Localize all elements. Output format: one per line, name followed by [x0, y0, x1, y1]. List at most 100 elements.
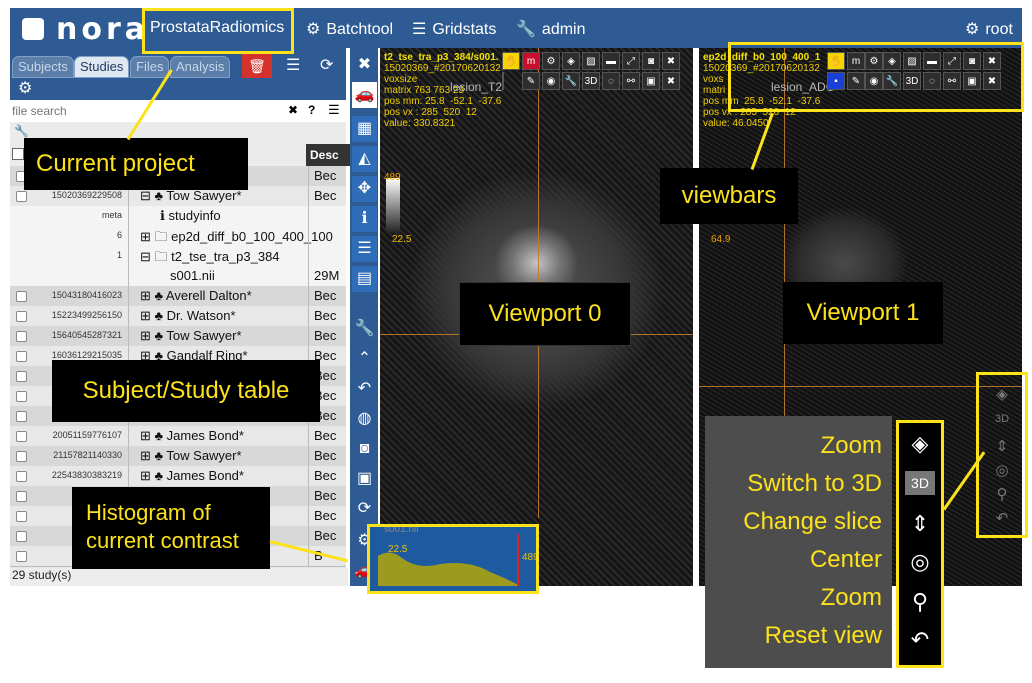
binoculars-icon[interactable]: ⚯ [622, 72, 640, 90]
wrench-icon[interactable]: 🔧 [352, 316, 377, 342]
row-name[interactable]: ⊞ ♣ James Bond* [140, 428, 244, 444]
hand-icon[interactable]: ✋ [502, 52, 520, 70]
list-icon[interactable]: ☰ [286, 55, 300, 75]
row-checkbox[interactable] [16, 511, 27, 522]
row-checkbox[interactable] [16, 391, 27, 402]
cube-icon[interactable]: ◈ [562, 52, 580, 70]
user-menu[interactable]: ⚙ root [965, 19, 1013, 39]
column-separator [308, 166, 309, 186]
save-icon[interactable]: ▣ [352, 466, 377, 492]
chart-icon[interactable]: ◭ [352, 146, 377, 172]
clear-search-icon[interactable]: ✖ [288, 103, 298, 117]
close-icon[interactable]: ✖ [662, 72, 680, 90]
table-row[interactable]: 1 ⊟ 🗀 t2_tse_tra_p3_384 [10, 246, 346, 267]
list-icon[interactable]: ☰ [352, 236, 377, 262]
m-icon[interactable]: m [522, 52, 540, 70]
column-separator [308, 426, 309, 446]
row-checkbox[interactable] [16, 371, 27, 382]
row-checkbox[interactable] [16, 311, 27, 322]
eye-icon[interactable]: ◉ [542, 72, 560, 90]
column-separator [128, 466, 129, 486]
car-icon[interactable]: 🚗 [352, 82, 377, 108]
edit-icon[interactable]: ✎ [522, 72, 540, 90]
callout-viewport-1: Viewport 1 [783, 282, 943, 344]
table-icon[interactable]: ▤ [352, 266, 377, 292]
column-desc-header[interactable]: Desc [306, 144, 350, 166]
row-name[interactable]: ⊞ ♣ Tow Sawyer* [140, 328, 242, 344]
tab-subjects[interactable]: Subjects [12, 56, 74, 78]
expand-icon[interactable]: ⤢ [622, 52, 640, 70]
gear-icon[interactable]: ⚙ [18, 78, 32, 98]
row-checkbox[interactable] [16, 451, 27, 462]
row-checkbox[interactable] [16, 471, 27, 482]
table-row[interactable]: 22543830383219 ⊞ ♣ James Bond* Bec [10, 466, 346, 487]
row-id: 20051159776107 [52, 430, 122, 440]
table-row[interactable]: 15223499256150 ⊞ ♣ Dr. Watson* Bec [10, 306, 346, 327]
row-name[interactable]: ⊞ ♣ Averell Dalton* [140, 288, 252, 304]
center-icon[interactable]: ◎ [979, 461, 1025, 479]
admin-menu[interactable]: 🔧 admin [516, 19, 586, 39]
select-all-checkbox[interactable] [12, 148, 24, 160]
wrench-icon[interactable]: 🔧 [14, 124, 29, 138]
row-checkbox[interactable] [16, 351, 27, 362]
cube-icon[interactable]: ◈ [979, 385, 1025, 403]
row-checkbox[interactable] [16, 291, 27, 302]
zoom-icon[interactable]: ⚲ [979, 485, 1025, 503]
close-icon[interactable]: ✖ [352, 52, 377, 78]
refresh-icon[interactable]: ⟳ [352, 496, 377, 522]
table-row[interactable]: 20051159776107 ⊞ ♣ James Bond* Bec [10, 426, 346, 447]
table-row[interactable]: s001.nii 29M [10, 266, 346, 287]
colorbar [386, 178, 400, 233]
switch-3d-icon[interactable]: 3D [979, 413, 1025, 425]
gear-icon[interactable]: ⚙ [542, 52, 560, 70]
tab-studies[interactable]: Studies [74, 56, 130, 78]
reset-icon[interactable]: ↶ [979, 509, 1025, 527]
row-checkbox[interactable] [16, 331, 27, 342]
camera-icon[interactable]: ◙ [642, 52, 660, 70]
wrench-icon[interactable]: 🔧 [562, 72, 580, 90]
table-row[interactable]: meta ℹ studyinfo [10, 206, 346, 227]
undo-icon[interactable]: ↶ [352, 376, 377, 402]
chevron-up-icon[interactable]: ⌃ [352, 346, 377, 372]
row-name[interactable]: ⊞ ♣ James Bond* [140, 468, 244, 484]
3d-icon[interactable]: 3D [582, 72, 600, 90]
tab-analysis[interactable]: Analysis [170, 56, 231, 78]
row-name[interactable]: ⊞ ♣ Tow Sawyer* [140, 448, 242, 464]
row-checkbox[interactable] [16, 551, 27, 562]
row-checkbox[interactable] [16, 491, 27, 502]
row-checkbox[interactable] [16, 191, 27, 202]
close-icon[interactable]: ✖ [662, 52, 680, 70]
row-checkbox[interactable] [16, 531, 27, 542]
batchtool-menu[interactable]: ⚙ Batchtool [306, 19, 393, 39]
refresh-icon[interactable]: ⟳ [320, 55, 333, 75]
tab-files[interactable]: Files [130, 56, 170, 78]
row-name[interactable]: ℹ studyinfo [160, 208, 221, 224]
help-icon[interactable]: ? [308, 103, 315, 117]
row-name[interactable]: ⊞ ♣ Dr. Watson* [140, 308, 236, 324]
slice-icon[interactable]: ⇕ [979, 437, 1025, 455]
info-icon[interactable]: ℹ [352, 206, 377, 232]
colormap-icon[interactable]: ▬ [602, 52, 620, 70]
lesion-color-icon[interactable] [502, 72, 504, 90]
table-row[interactable]: 15043180416023 ⊞ ♣ Averell Dalton* Bec [10, 286, 346, 307]
legend-icons: ◈ 3D ⇕ ◎ ⚲ ↶ [896, 420, 944, 668]
table-row[interactable]: 15640545287321 ⊞ ♣ Tow Sawyer* Bec [10, 326, 346, 347]
project-highlight [142, 8, 294, 54]
globe-icon[interactable]: ◍ [352, 406, 377, 432]
table-row[interactable]: 6 ⊞ 🗀 ep2d_diff_b0_100_400_100 [10, 226, 346, 247]
camera-icon[interactable]: ◙ [352, 436, 377, 462]
save-icon[interactable]: ▣ [642, 72, 660, 90]
image-icon[interactable]: ▨ [582, 52, 600, 70]
gridstats-menu[interactable]: ☰ Gridstats [412, 19, 496, 39]
row-name[interactable]: ⊟ ♣ Tow Sawyer* [140, 188, 242, 204]
list-toggle-icon[interactable]: ☰ [328, 102, 340, 118]
lasso-icon[interactable]: ◌ [602, 72, 620, 90]
move-icon[interactable]: ✥ [352, 176, 377, 202]
trash-button[interactable]: 🗑 [242, 54, 272, 78]
row-name[interactable]: s001.nii [170, 268, 215, 283]
grid-icon[interactable]: ▦ [352, 116, 377, 142]
lesion-tag[interactable]: lesion_T2 [450, 80, 502, 94]
row-checkbox[interactable] [16, 431, 27, 442]
table-row[interactable]: 21157821140330 ⊞ ♣ Tow Sawyer* Bec [10, 446, 346, 467]
row-checkbox[interactable] [16, 411, 27, 422]
